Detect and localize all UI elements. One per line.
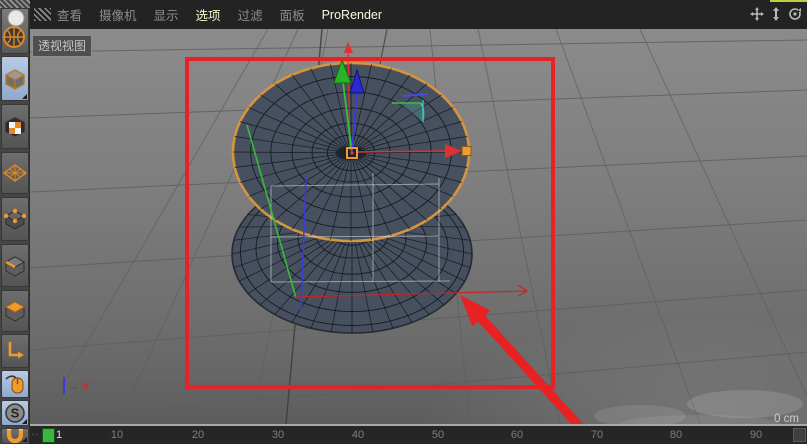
annotation-arrow xyxy=(460,295,586,424)
viewport-canvas[interactable]: X xyxy=(30,29,807,424)
quantize-button[interactable] xyxy=(1,370,29,398)
edges-cube-icon xyxy=(4,255,26,277)
world-axis-indicator: X xyxy=(64,377,90,394)
zoom-icon[interactable] xyxy=(769,7,783,21)
svg-text:X: X xyxy=(82,381,90,393)
mode-toolbar: S xyxy=(0,0,30,444)
viewport-menubar: 查看 摄像机 显示 选项 过滤 面板 ProRender xyxy=(30,0,807,29)
model-mode-button[interactable] xyxy=(1,56,29,101)
axis-icon xyxy=(4,340,26,362)
texture-cube-icon xyxy=(4,116,26,138)
tick-80: 80 xyxy=(664,429,688,441)
menubar-drag-handle[interactable] xyxy=(34,8,51,21)
texture-mode-button[interactable] xyxy=(1,104,29,149)
edges-mode-button[interactable] xyxy=(1,244,29,287)
polygons-cube-icon xyxy=(4,300,26,322)
workplane-mode-button[interactable] xyxy=(1,152,29,194)
timeline-end-button[interactable] xyxy=(793,428,806,442)
solo-letter: S xyxy=(11,406,20,421)
submenu-corner xyxy=(22,94,27,99)
polygons-mode-button[interactable] xyxy=(1,290,29,332)
submenu-corner xyxy=(22,419,27,424)
points-cube-icon xyxy=(4,208,26,230)
current-frame-number: 1 xyxy=(56,429,62,441)
workplane-grid-icon xyxy=(3,164,27,182)
viewport-nav-icons xyxy=(750,7,802,21)
viewport-label: 透视视图 xyxy=(32,35,92,57)
make-editable-button[interactable] xyxy=(1,8,29,54)
highlight-blobs xyxy=(594,390,803,424)
tick-60: 60 xyxy=(505,429,529,441)
menu-display[interactable]: 显示 xyxy=(154,5,179,24)
tick-70: 70 xyxy=(585,429,609,441)
menu-options[interactable]: 选项 xyxy=(196,5,221,24)
make-editable-icon xyxy=(3,9,27,53)
model-cube-icon xyxy=(4,68,26,90)
timeline-dots: ·· xyxy=(31,429,40,440)
tick-40: 40 xyxy=(346,429,370,441)
menu-filter[interactable]: 过滤 xyxy=(238,5,263,24)
tick-50: 50 xyxy=(426,429,450,441)
mouse-icon xyxy=(4,373,26,395)
current-frame-marker[interactable] xyxy=(42,428,55,443)
tick-20: 20 xyxy=(186,429,210,441)
active-view-highlight xyxy=(770,0,807,2)
c4d-window: { "menu": { "items": [ {"label": "查看"}, … xyxy=(0,0,807,444)
submenu-corner xyxy=(22,437,27,442)
tick-10: 10 xyxy=(105,429,129,441)
menu-panel[interactable]: 面板 xyxy=(280,5,305,24)
timeline-ruler[interactable]: ·· 1 10 20 30 40 50 60 70 80 90 xyxy=(30,426,807,444)
pan-icon[interactable] xyxy=(750,7,764,21)
toolbar-drag-handle[interactable] xyxy=(0,0,30,8)
tick-30: 30 xyxy=(266,429,290,441)
enable-axis-button[interactable] xyxy=(1,334,29,368)
points-mode-button[interactable] xyxy=(1,197,29,241)
perspective-viewport[interactable]: X 透视视图 0 cm xyxy=(30,29,807,424)
snap-button[interactable] xyxy=(1,428,29,444)
tick-90: 90 xyxy=(744,429,768,441)
menu-camera[interactable]: 摄像机 xyxy=(99,5,137,24)
viewport-solo-button[interactable]: S xyxy=(1,400,29,426)
rotate-icon[interactable] xyxy=(788,7,802,21)
menu-view[interactable]: 查看 xyxy=(57,5,82,24)
menu-prorender[interactable]: ProRender xyxy=(322,8,382,22)
